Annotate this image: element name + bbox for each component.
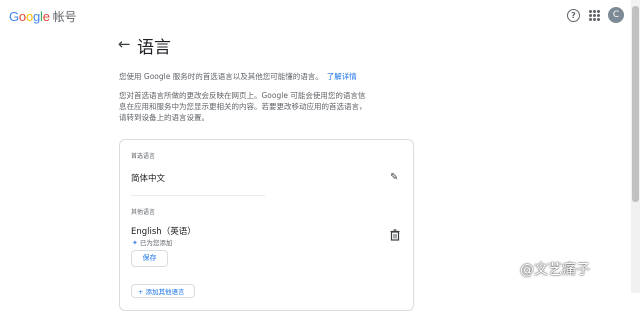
logo-letter: o: [18, 9, 26, 24]
intro-sentence: 您使用 Google 服务时的首选语言以及其他您可能懂的语言。: [119, 72, 323, 81]
logo-letter: e: [42, 9, 50, 24]
divider: [131, 195, 265, 196]
logo-letter: G: [9, 9, 19, 24]
account-label: 帐号: [52, 10, 77, 24]
preferred-language-value: 简体中文: [131, 174, 166, 184]
other-languages-label: 其他语言: [131, 209, 156, 216]
language-card: 首选语言 简体中文 ✎ 其他语言 English（英语） ✦ 已为您添加 保存 +…: [119, 139, 414, 311]
top-bar: Google 帐号 ? C: [0, 0, 640, 32]
added-note-text: 已为您添加: [139, 239, 173, 247]
description-text: 您对首选语言所做的更改会反映在网页上。Google 可能会使用您的语言信息在应用…: [119, 91, 367, 122]
scrollbar[interactable]: [631, 0, 640, 293]
preferred-language-label: 首选语言: [131, 153, 156, 160]
apps-grid-icon[interactable]: [589, 10, 600, 21]
watermark: @文艺痛子: [520, 262, 590, 278]
avatar[interactable]: C: [608, 7, 624, 23]
save-button[interactable]: 保存: [131, 250, 168, 267]
trash-icon[interactable]: [390, 229, 400, 241]
help-circle-icon[interactable]: ?: [567, 9, 580, 22]
add-language-button[interactable]: + 添加其他语言: [131, 284, 195, 298]
google-account-logo[interactable]: Google 帐号: [9, 8, 77, 25]
pencil-icon[interactable]: ✎: [390, 172, 398, 183]
other-language-value: English（英语）: [131, 227, 196, 237]
added-for-you-note: ✦ 已为您添加: [132, 237, 172, 247]
arrow-left-icon[interactable]: ←: [118, 35, 131, 53]
logo-letter: o: [25, 9, 33, 24]
page-title: 语言: [137, 38, 171, 58]
intro-text: 您使用 Google 服务时的首选语言以及其他您可能懂的语言。 了解详情: [119, 71, 357, 82]
scrollbar-thumb[interactable]: [632, 6, 639, 202]
learn-more-link[interactable]: 了解详情: [327, 72, 357, 81]
sparkle-icon: ✦: [132, 239, 138, 247]
logo-letter: g: [32, 9, 41, 24]
